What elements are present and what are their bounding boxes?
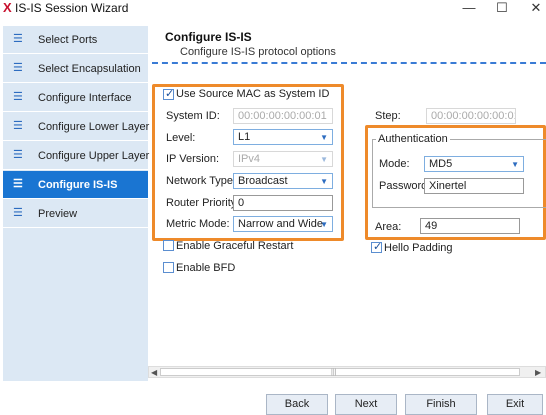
sidebar-item-configure-interface[interactable]: ☰ Configure Interface [3,84,148,112]
sidebar-item-label: Configure Lower Layer [38,121,150,133]
authentication-legend: Authentication [378,133,448,145]
sidebar-item-select-encapsulation[interactable]: ☰ Select Encapsulation [3,55,148,83]
metric-mode-select[interactable]: Narrow and Wide ▼ [233,216,333,232]
sidebar-item-label: Preview [38,208,78,220]
hello-padding-label: Hello Padding [384,242,453,254]
list-icon: ☰ [13,178,23,190]
horizontal-scrollbar[interactable]: ◀ ||| ▶ [148,366,546,378]
level-select[interactable]: L1 ▼ [233,129,333,145]
area-input[interactable]: 49 [420,218,520,234]
sidebar-item-configure-upper-layer[interactable]: ☰ Configure Upper Layer [3,142,150,170]
level-label: Level: [166,132,196,144]
close-button[interactable]: ✕ [526,0,546,16]
sidebar-item-label: Select Encapsulation [38,63,141,75]
sidebar-item-configure-lower-layer[interactable]: ☰ Configure Lower Layer [3,113,150,141]
list-icon: ☰ [13,120,23,132]
auth-mode-select[interactable]: MD5 ▼ [424,156,524,172]
chevron-down-icon: ▼ [511,160,519,169]
list-icon: ☰ [13,33,23,45]
metric-mode-value: Narrow and Wide [238,218,323,230]
page-subtitle: Configure IS-IS protocol options [180,46,336,58]
minimize-button[interactable]: — [459,0,479,16]
router-priority-input[interactable]: 0 [233,195,333,211]
ip-version-label: IP Version: [166,153,219,165]
finish-button[interactable]: Finish [405,394,477,415]
chevron-down-icon: ▼ [320,155,328,164]
auth-mode-label: Mode: [379,158,410,170]
sidebar-item-select-ports[interactable]: ☰ Select Ports [3,26,148,54]
system-id-field[interactable]: 00:00:00:00:00:01 [233,108,333,124]
list-icon: ☰ [13,207,23,219]
enable-bfd-label: Enable BFD [176,262,236,274]
network-type-label: Network Type: [166,175,237,187]
sidebar-item-label: Select Ports [38,34,98,46]
list-icon: ☰ [13,149,23,161]
sidebar-item-preview[interactable]: ☰ Preview [3,200,148,228]
area-label: Area: [375,221,402,233]
scroll-left-icon[interactable]: ◀ [151,368,157,377]
scrollbar-thumb[interactable]: ||| [160,368,520,376]
header-divider [152,62,546,64]
chevron-down-icon: ▼ [320,177,328,186]
step-label: Step: [375,110,401,122]
network-type-select[interactable]: Broadcast ▼ [233,173,333,189]
enable-graceful-restart-label: Enable Graceful Restart [176,240,294,252]
level-value: L1 [238,131,251,143]
hello-padding-checkbox[interactable] [371,240,382,253]
wizard-steps-sidebar: ☰ Select Ports ☰ Select Encapsulation ☰ … [3,26,150,381]
page-title: Configure IS-IS [165,30,252,44]
ip-version-select[interactable]: IPv4 ▼ [233,151,333,167]
list-icon: ☰ [13,62,23,74]
title-bar: X IS-IS Session Wizard — ☐ ✕ [0,0,546,17]
system-id-label: System ID: [166,110,220,122]
enable-bfd-checkbox[interactable] [163,262,174,273]
sidebar-item-label: Configure Upper Layer [38,150,150,162]
use-source-mac-checkbox[interactable] [163,87,174,100]
auth-password-input[interactable]: Xinertel [424,178,524,194]
maximize-button[interactable]: ☐ [492,0,512,16]
step-field[interactable]: 00:00:00:00:00:01 [426,108,516,124]
exit-button[interactable]: Exit [487,394,543,415]
next-button[interactable]: Next [335,394,397,415]
app-logo-icon: X [3,0,12,15]
enable-graceful-restart-checkbox[interactable] [163,240,174,251]
use-source-mac-label: Use Source MAC as System ID [176,88,330,100]
sidebar-item-label: Configure IS-IS [38,179,118,191]
sidebar-item-label: Configure Interface [38,92,132,104]
back-button[interactable]: Back [266,394,328,415]
network-type-value: Broadcast [238,175,288,187]
ip-version-value: IPv4 [238,153,261,165]
sidebar-item-configure-isis[interactable]: ☰ Configure IS-IS [3,171,148,199]
grip-icon: ||| [331,369,337,376]
auth-password-label: Password: [379,180,431,192]
metric-mode-label: Metric Mode: [166,218,230,230]
chevron-down-icon: ▼ [320,220,328,229]
window-title: IS-IS Session Wizard [15,1,129,15]
scroll-right-icon[interactable]: ▶ [535,368,541,377]
chevron-down-icon: ▼ [320,133,328,142]
router-priority-label: Router Priority: [166,197,240,209]
list-icon: ☰ [13,91,23,103]
auth-mode-value: MD5 [429,158,453,170]
